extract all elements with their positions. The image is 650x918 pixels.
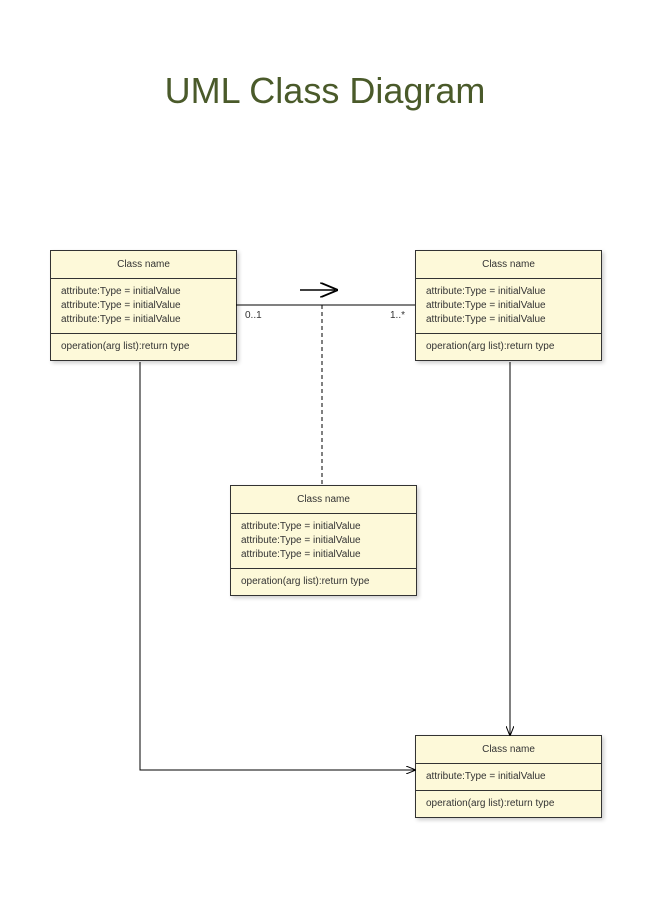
class-box-top-right: Class name attribute:Type = initialValue… (415, 250, 602, 361)
attribute: attribute:Type = initialValue (426, 285, 591, 299)
attributes-compartment: attribute:Type = initialValue attribute:… (231, 514, 416, 569)
operation: operation(arg list):return type (241, 575, 406, 589)
attribute: attribute:Type = initialValue (426, 299, 591, 313)
class-box-bottom: Class name attribute:Type = initialValue… (415, 735, 602, 818)
attribute: attribute:Type = initialValue (61, 285, 226, 299)
operation: operation(arg list):return type (426, 340, 591, 354)
attribute: attribute:Type = initialValue (241, 534, 406, 548)
diagram-title: UML Class Diagram (0, 70, 650, 112)
operation: operation(arg list):return type (61, 340, 226, 354)
operation: operation(arg list):return type (426, 797, 591, 811)
class-box-middle: Class name attribute:Type = initialValue… (230, 485, 417, 596)
multiplicity-right: 1..* (390, 310, 405, 321)
operations-compartment: operation(arg list):return type (416, 334, 601, 360)
attribute: attribute:Type = initialValue (61, 299, 226, 313)
class-name: Class name (416, 736, 601, 764)
class-name: Class name (51, 251, 236, 279)
attribute: attribute:Type = initialValue (426, 770, 591, 784)
class-box-top-left: Class name attribute:Type = initialValue… (50, 250, 237, 361)
class-name: Class name (231, 486, 416, 514)
attributes-compartment: attribute:Type = initialValue attribute:… (416, 279, 601, 334)
attribute: attribute:Type = initialValue (61, 313, 226, 327)
attribute: attribute:Type = initialValue (426, 313, 591, 327)
multiplicity-left: 0..1 (245, 310, 262, 321)
attributes-compartment: attribute:Type = initialValue attribute:… (51, 279, 236, 334)
attribute: attribute:Type = initialValue (241, 520, 406, 534)
class-name: Class name (416, 251, 601, 279)
operations-compartment: operation(arg list):return type (51, 334, 236, 360)
operations-compartment: operation(arg list):return type (231, 569, 416, 595)
attributes-compartment: attribute:Type = initialValue (416, 764, 601, 791)
operations-compartment: operation(arg list):return type (416, 791, 601, 817)
attribute: attribute:Type = initialValue (241, 548, 406, 562)
